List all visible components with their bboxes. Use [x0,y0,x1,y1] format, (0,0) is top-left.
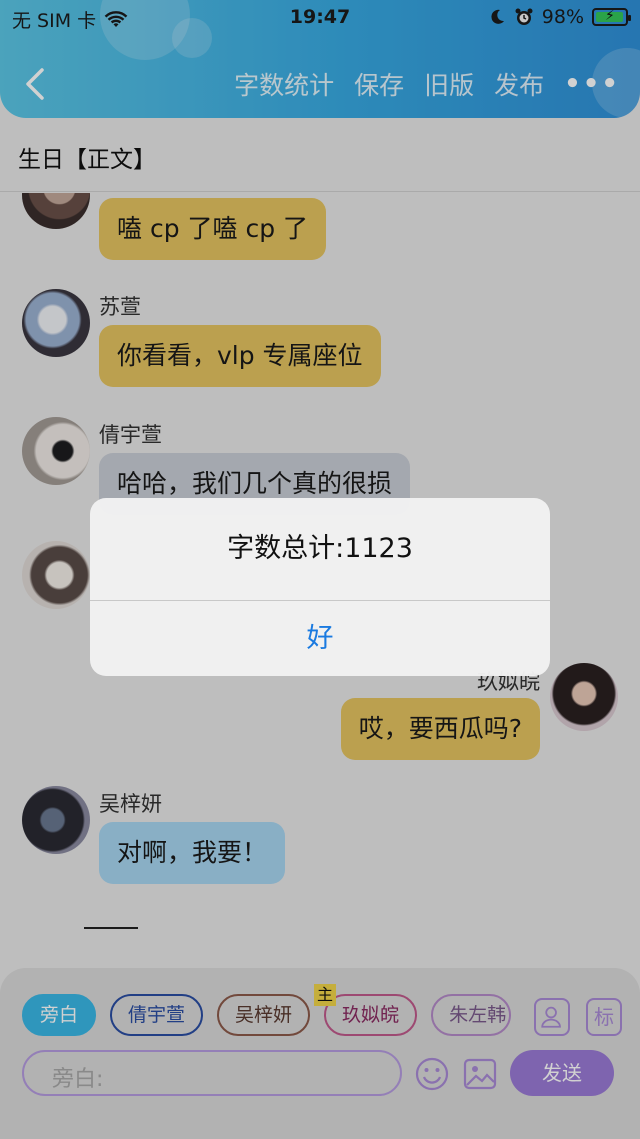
alert-message: 字数总计:1123 [227,533,413,564]
word-count-alert: 字数总计:1123 好 [90,498,550,676]
alert-ok-button[interactable]: 好 [90,601,550,676]
